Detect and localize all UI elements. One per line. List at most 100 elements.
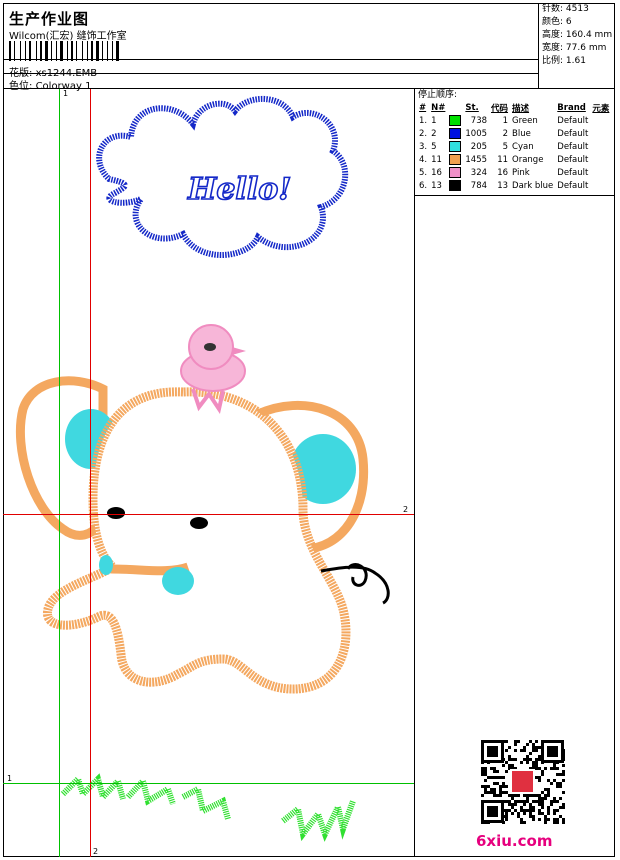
- qr-module: [514, 740, 517, 743]
- qr-module: [484, 788, 487, 791]
- barcode-bar: [84, 41, 86, 61]
- qr-module: [493, 791, 496, 794]
- qr-module: [496, 770, 499, 773]
- qr-module: [547, 788, 550, 791]
- qr-module: [508, 764, 511, 767]
- qr-module: [502, 782, 505, 785]
- row-swatch: [447, 114, 463, 127]
- row-stitches: 738: [470, 115, 488, 126]
- qr-module: [538, 746, 541, 749]
- col-element: 元素: [592, 103, 610, 114]
- qr-module: [529, 758, 532, 761]
- qr-module: [523, 749, 526, 752]
- qr-module: [538, 779, 541, 782]
- qr-module: [505, 749, 508, 752]
- barcode-bar: [43, 41, 44, 61]
- qr-module: [562, 770, 565, 773]
- qr-module: [520, 806, 523, 809]
- stop-sequence-panel: 停止顺序: # N# St. 代码 描述 Brand 元素 1. 1 738 1 Gre…: [415, 89, 615, 196]
- qr-module: [532, 794, 535, 797]
- barcode-bar: [25, 41, 26, 61]
- qr-module: [484, 773, 487, 776]
- barcode-bar: [38, 41, 39, 61]
- qr-module: [544, 767, 547, 770]
- qr-module: [556, 767, 559, 770]
- qr-module: [541, 797, 544, 800]
- qr-module: [499, 791, 502, 794]
- qr-module: [535, 758, 538, 761]
- qr-module: [493, 788, 496, 791]
- barcode-bar: [104, 41, 106, 61]
- barcode-bar: [56, 41, 57, 61]
- qr-module: [526, 797, 529, 800]
- col-index: #: [419, 102, 427, 113]
- qr-module: [562, 806, 565, 809]
- qr-module: [553, 812, 556, 815]
- barcode-bar: [120, 41, 121, 61]
- qr-module: [550, 782, 553, 785]
- qr-module: [526, 800, 529, 803]
- col-code: 代码: [491, 103, 509, 114]
- qr-module: [529, 794, 532, 797]
- barcode: [9, 41, 133, 61]
- qr-module: [496, 794, 499, 797]
- trunk-cyan: [162, 567, 194, 595]
- row-swatch: [447, 179, 463, 192]
- qr-module: [526, 758, 529, 761]
- qr-module: [517, 794, 520, 797]
- qr-module: [520, 818, 523, 821]
- qr-module: [553, 818, 556, 821]
- qr-module: [556, 821, 559, 824]
- qr-module: [538, 803, 541, 806]
- guide-label-bottom: 2: [93, 847, 99, 856]
- qr-module: [550, 800, 553, 803]
- qr-module: [541, 773, 544, 776]
- qr-module: [505, 812, 508, 815]
- qr-module: [532, 809, 535, 812]
- qr-module: [535, 776, 538, 779]
- col-needle: N#: [431, 102, 446, 113]
- qr-module: [517, 740, 520, 743]
- color-swatch: [449, 167, 462, 178]
- qr-module: [553, 800, 556, 803]
- qr-module: [511, 764, 514, 767]
- row-brand: Default: [557, 128, 589, 139]
- qr-module: [481, 770, 484, 773]
- qr-module: [487, 785, 490, 788]
- barcode-bar: [64, 41, 66, 61]
- table-row: 3. 5 205 5 Cyan Default: [417, 140, 611, 153]
- qr-module: [508, 794, 511, 797]
- qr-module: [505, 785, 508, 788]
- qr-module: [544, 821, 547, 824]
- qr-module: [538, 776, 541, 779]
- color-swatch: [449, 128, 462, 139]
- row-code: 13: [497, 180, 509, 191]
- qr-module: [559, 773, 562, 776]
- row-brand: Default: [557, 115, 589, 126]
- qr-module: [553, 764, 556, 767]
- qr-module: [544, 797, 547, 800]
- barcode-bar: [60, 41, 63, 61]
- barcode-bar: [29, 41, 31, 61]
- qr-module: [538, 812, 541, 815]
- qr-module: [550, 803, 553, 806]
- qr-module: [520, 761, 523, 764]
- qr-module: [526, 743, 529, 746]
- qr-finder-center: [547, 746, 558, 757]
- company-name: Wilcom(汇宏) 缝饰工作室: [9, 31, 127, 42]
- qr-module: [553, 767, 556, 770]
- qr-module: [559, 797, 562, 800]
- qr-module: [541, 800, 544, 803]
- barcode-bar: [94, 41, 95, 61]
- barcode-bar: [102, 41, 103, 61]
- qr-module: [544, 794, 547, 797]
- guide-label-left: 1: [7, 774, 13, 783]
- qr-module: [526, 794, 529, 797]
- qr-module: [556, 809, 559, 812]
- qr-module: [481, 767, 484, 770]
- qr-finder-center: [487, 746, 498, 757]
- barcode-bar: [107, 41, 108, 61]
- qr-module: [532, 800, 535, 803]
- embroidery-design: Hello!: [15, 96, 390, 842]
- left-eye: [107, 507, 125, 519]
